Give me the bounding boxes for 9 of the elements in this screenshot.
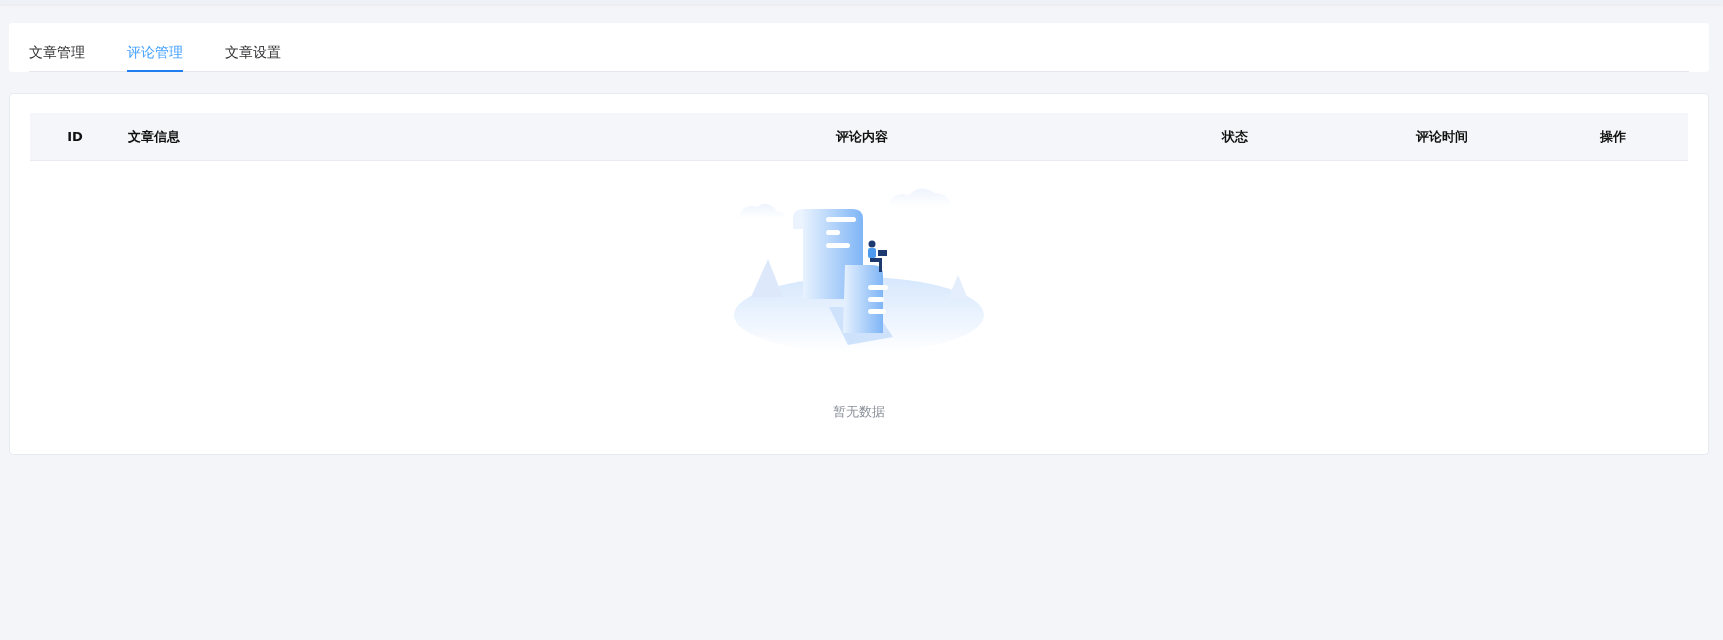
column-header: 操作 <box>1599 128 1626 144</box>
tab[interactable]: 文章设置 <box>225 44 281 72</box>
column-header: 评论内容 <box>836 128 888 144</box>
tab[interactable]: 文章管理 <box>29 44 85 72</box>
column-header: ID <box>67 129 83 144</box>
column-header: 评论时间 <box>1416 128 1468 144</box>
column-header: 文章信息 <box>128 128 180 144</box>
empty-message: 暂无数据 <box>833 403 885 421</box>
column-header: 状态 <box>1222 128 1248 144</box>
